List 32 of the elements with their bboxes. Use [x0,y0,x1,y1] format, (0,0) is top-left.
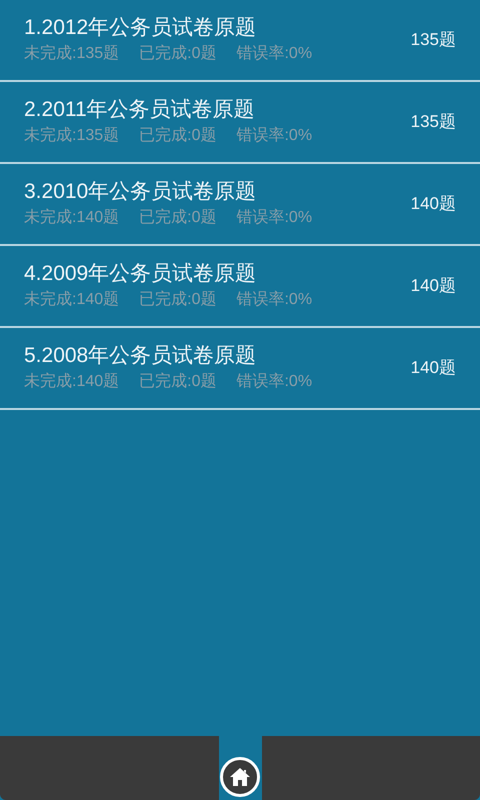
unfinished-count: 未完成:140题 [24,372,120,392]
paper-list-item[interactable]: 3.2010年公务员试卷原题 未完成:140题 已完成:0题 错误率:0% 140题 [0,164,480,246]
finished-count: 已完成:0题 [139,290,216,310]
paper-list-item[interactable]: 4.2009年公务员试卷原题 未完成:140题 已完成:0题 错误率:0% 140题 [0,246,480,328]
error-rate: 错误率:0% [236,126,312,146]
question-count: 135题 [410,29,456,52]
unfinished-count: 未完成:140题 [24,290,120,310]
paper-title: 5.2008年公务员试卷原题 [24,343,258,369]
error-rate: 错误率:0% [236,208,312,228]
finished-count: 已完成:0题 [139,372,216,392]
question-count: 140题 [410,193,456,216]
error-rate: 错误率:0% [236,290,312,310]
home-icon [229,767,251,787]
finished-count: 已完成:0题 [139,126,216,146]
unfinished-count: 未完成:135题 [24,44,120,64]
question-count: 140题 [410,357,456,380]
paper-title: 4.2009年公务员试卷原题 [24,261,258,287]
error-rate: 错误率:0% [236,372,312,392]
paper-list-item[interactable]: 5.2008年公务员试卷原题 未完成:140题 已完成:0题 错误率:0% 140题 [0,328,480,410]
paper-title: 1.2012年公务员试卷原题 [24,15,258,41]
finished-count: 已完成:0题 [139,208,216,228]
finished-count: 已完成:0题 [139,44,216,64]
paper-list-item[interactable]: 2.2011年公务员试卷原题 未完成:135题 已完成:0题 错误率:0% 135题 [0,82,480,164]
question-count: 140题 [410,275,456,298]
paper-title: 3.2010年公务员试卷原题 [24,179,258,205]
paper-title: 2.2011年公务员试卷原题 [24,97,256,123]
paper-list-item[interactable]: 1.2012年公务员试卷原题 未完成:135题 已完成:0题 错误率:0% 135题 [0,0,480,82]
question-count: 135题 [410,111,456,134]
unfinished-count: 未完成:140题 [24,208,120,228]
error-rate: 错误率:0% [236,44,312,64]
home-button[interactable] [220,757,260,797]
unfinished-count: 未完成:135题 [24,126,120,146]
